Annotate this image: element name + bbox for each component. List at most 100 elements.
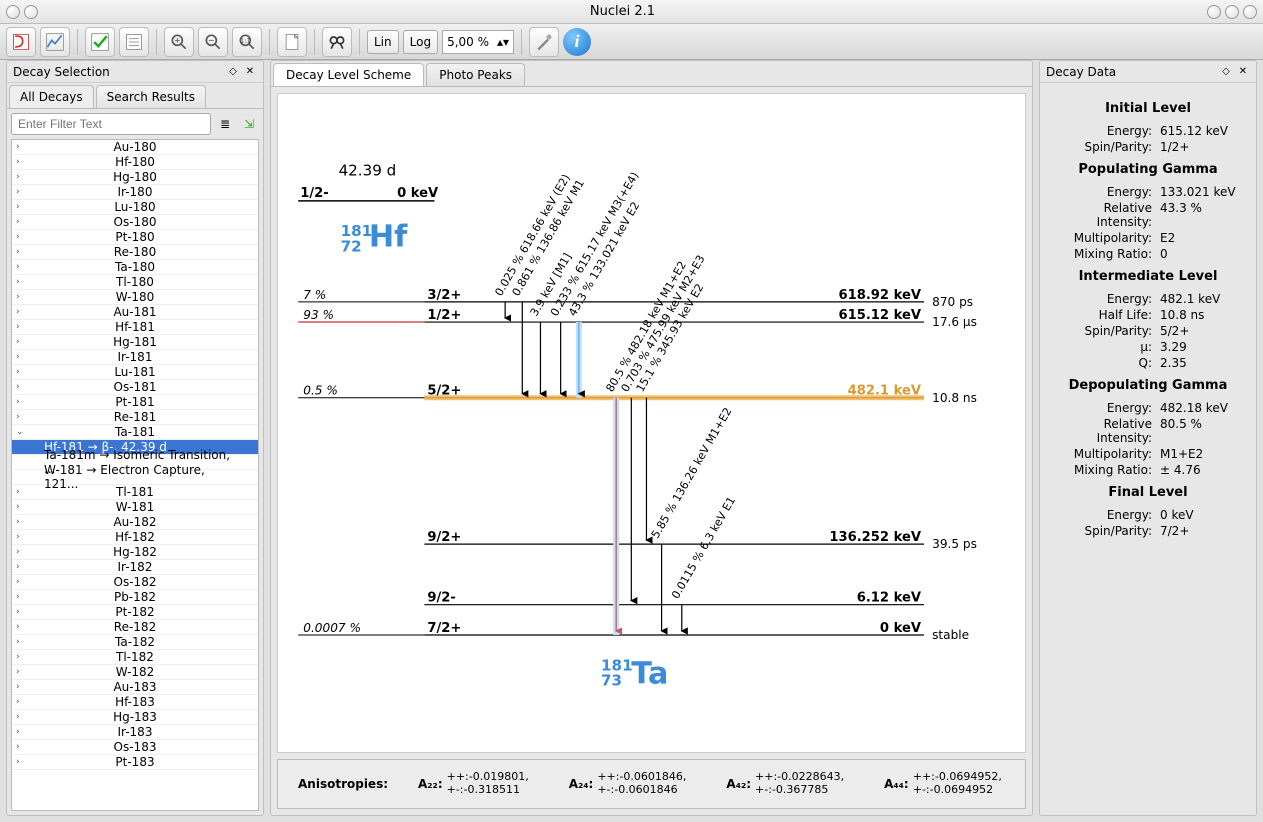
tree-item[interactable]: ›Re-180 (12, 245, 258, 260)
data-row: Energy:133.021 keV (1050, 185, 1246, 199)
tab-decay-scheme[interactable]: Decay Level Scheme (273, 63, 424, 86)
sticky-button[interactable] (24, 5, 38, 19)
tree-item[interactable]: ›Ir-183 (12, 725, 258, 740)
zoom-fit-button[interactable]: 1:1 (232, 27, 262, 57)
list-button[interactable] (119, 27, 149, 57)
maximize-button[interactable] (1225, 5, 1239, 19)
tree-item[interactable]: ›W-180 (12, 290, 258, 305)
svg-text:6.12 keV: 6.12 keV (857, 591, 922, 606)
tree-item[interactable]: ›Au-183 (12, 680, 258, 695)
tree-item[interactable]: ›Ir-180 (12, 185, 258, 200)
tree-item[interactable]: ›Re-182 (12, 620, 258, 635)
decay-selection-panel: Decay Selection ◇ ✕ All Decays Search Re… (6, 60, 264, 816)
tab-search-results[interactable]: Search Results (96, 85, 206, 108)
tree-item[interactable]: ›Re-181 (12, 410, 258, 425)
main-panel: Decay Level Scheme Photo Peaks 42.39 d 1/… (270, 60, 1033, 816)
tree-item[interactable]: ›Pb-182 (12, 590, 258, 605)
data-row: Multipolarity:M1+E2 (1050, 447, 1246, 461)
anisotropies-label: Anisotropies: (298, 777, 388, 791)
tree-item[interactable]: ›Pt-183 (12, 755, 258, 770)
data-row: Mixing Ratio:± 4.76 (1050, 463, 1246, 477)
tree-item[interactable]: ›Os-183 (12, 740, 258, 755)
tree-item[interactable]: ›Au-181 (12, 305, 258, 320)
tree-item[interactable]: ⌄Ta-181 (12, 425, 258, 440)
svg-text:0 keV: 0 keV (397, 186, 439, 201)
tab-all-decays[interactable]: All Decays (9, 85, 94, 108)
tree-item[interactable]: ›Pt-181 (12, 395, 258, 410)
svg-text:73: 73 (601, 671, 622, 689)
tree-item[interactable]: ›Os-182 (12, 575, 258, 590)
tab-photo-peaks[interactable]: Photo Peaks (426, 63, 525, 86)
page-button[interactable] (277, 27, 307, 57)
tree-item[interactable]: ›Au-180 (12, 140, 258, 155)
export-pdf-button[interactable] (6, 27, 36, 57)
data-row: Energy:615.12 keV (1050, 124, 1246, 138)
close-button[interactable] (1243, 5, 1257, 19)
tree-item[interactable]: ›Ir-181 (12, 350, 258, 365)
svg-text:1/2-: 1/2- (300, 186, 328, 201)
filter-input[interactable] (11, 113, 211, 135)
tree-item[interactable]: ›Ir-182 (12, 560, 258, 575)
log-scale-button[interactable]: Log (403, 30, 438, 54)
close-right-icon[interactable]: ✕ (1236, 65, 1250, 79)
right-panel-title: Decay Data (1046, 65, 1216, 79)
nuclide-tree[interactable]: ›Au-180›Hf-180›Hg-180›Ir-180›Lu-180›Os-1… (11, 139, 259, 811)
tree-child-item[interactable]: W-181 → Electron Capture, 121... (12, 470, 258, 485)
expand-all-icon[interactable]: ≣ (215, 114, 235, 134)
tree-item[interactable]: ›Lu-180 (12, 200, 258, 215)
data-row: Multipolarity:E2 (1050, 231, 1246, 245)
toolbar: 1:1 Lin Log 5,00 %▴▾ i (0, 24, 1263, 60)
close-panel-icon[interactable]: ✕ (243, 65, 257, 79)
tree-item[interactable]: ›Pt-180 (12, 230, 258, 245)
svg-text:72: 72 (341, 237, 362, 255)
tree-item[interactable]: ›Os-180 (12, 215, 258, 230)
anisotropies-bar: Anisotropies: A₂₂:++:-0.019801,+-:-0.318… (277, 759, 1026, 809)
tree-item[interactable]: ›Tl-182 (12, 650, 258, 665)
data-row: Q:2.35 (1050, 356, 1246, 370)
intensity-threshold-input[interactable]: 5,00 %▴▾ (442, 30, 514, 54)
section-heading: Initial Level (1050, 101, 1246, 116)
tree-item[interactable]: ›Hf-180 (12, 155, 258, 170)
tree-item[interactable]: ›Ta-182 (12, 635, 258, 650)
svg-text:0.703 % 475.99 keV M2+E3: 0.703 % 475.99 keV M2+E3 (619, 253, 708, 394)
tree-item[interactable]: ›W-181 (12, 500, 258, 515)
zoom-in-button[interactable] (164, 27, 194, 57)
app-menu-button[interactable] (6, 5, 20, 19)
svg-text:870 ps: 870 ps (932, 295, 973, 309)
settings-button[interactable] (529, 27, 559, 57)
tree-item[interactable]: ›Tl-180 (12, 275, 258, 290)
export-svg-button[interactable] (40, 27, 70, 57)
tree-item[interactable]: ›Hg-183 (12, 710, 258, 725)
tree-item[interactable]: ›W-182 (12, 665, 258, 680)
tree-item[interactable]: ›Hg-180 (12, 170, 258, 185)
svg-text:136.252 keV: 136.252 keV (829, 530, 922, 545)
info-button[interactable]: i (563, 28, 591, 56)
tree-item[interactable]: ›Hg-182 (12, 545, 258, 560)
tree-item[interactable]: ›Hg-181 (12, 335, 258, 350)
tree-item[interactable]: ›Ta-180 (12, 260, 258, 275)
search-button[interactable] (322, 27, 352, 57)
svg-text:618.92 keV: 618.92 keV (838, 288, 921, 303)
tree-item[interactable]: ›Lu-181 (12, 365, 258, 380)
tree-item[interactable]: ›Au-182 (12, 515, 258, 530)
data-row: Spin/Parity:5/2+ (1050, 324, 1246, 338)
collapse-all-icon[interactable]: ⇲ (239, 114, 259, 134)
svg-text:Hf: Hf (369, 219, 408, 254)
decay-scheme-view[interactable]: 42.39 d1/2-0 keV18172Hf3/2+618.92 keV870… (277, 93, 1026, 753)
window-title: Nuclei 2.1 (38, 4, 1207, 19)
svg-text:0.5 %: 0.5 % (303, 384, 338, 398)
zoom-out-button[interactable] (198, 27, 228, 57)
tree-item[interactable]: ›Pt-182 (12, 605, 258, 620)
linear-scale-button[interactable]: Lin (367, 30, 399, 54)
tree-item[interactable]: ›Tl-181 (12, 485, 258, 500)
svg-text:93 %: 93 % (303, 308, 334, 322)
tree-item[interactable]: ›Os-181 (12, 380, 258, 395)
tree-item[interactable]: ›Hf-183 (12, 695, 258, 710)
svg-text:42.39 d: 42.39 d (339, 162, 397, 180)
undock-right-icon[interactable]: ◇ (1219, 65, 1233, 79)
undock-icon[interactable]: ◇ (226, 65, 240, 79)
tree-item[interactable]: ›Hf-182 (12, 530, 258, 545)
tree-item[interactable]: ›Hf-181 (12, 320, 258, 335)
check-button[interactable] (85, 27, 115, 57)
minimize-button[interactable] (1207, 5, 1221, 19)
